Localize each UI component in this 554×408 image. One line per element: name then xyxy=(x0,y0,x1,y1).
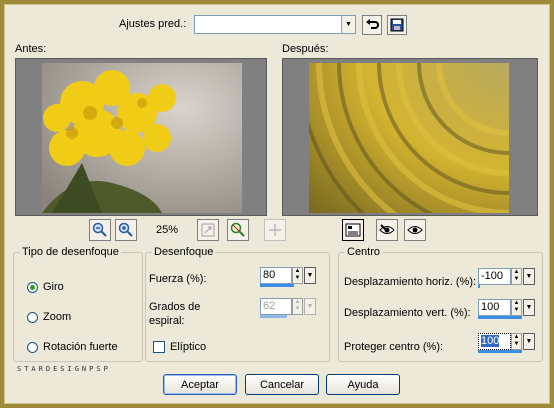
zoom-out-button[interactable] xyxy=(89,219,111,241)
spiral-updown[interactable]: ▲ ▼ xyxy=(292,298,303,315)
strength-dropdown[interactable]: ▼ xyxy=(304,267,316,284)
fit-window-icon xyxy=(201,223,215,237)
protect-center-value: 100 xyxy=(481,335,500,347)
spiral-slider-fill[interactable] xyxy=(260,315,287,318)
before-label: Antes: xyxy=(15,43,47,55)
watermark-text: STARDESIGNPSP xyxy=(17,365,111,373)
mimosa-photo xyxy=(42,63,242,213)
h-offset-label: Desplazamiento horiz. (%): xyxy=(344,276,477,288)
zoom-100-icon xyxy=(230,222,245,237)
elliptical-checkbox[interactable] xyxy=(153,341,165,353)
v-offset-spinner[interactable]: 100 ▲ ▼ ▼ xyxy=(478,299,536,319)
strength-updown[interactable]: ▲ ▼ xyxy=(292,267,303,284)
auto-proof-button[interactable] xyxy=(376,219,398,241)
preview-layout-icon xyxy=(345,223,361,237)
spiral-label: Grados de espiral: xyxy=(149,301,201,327)
v-offset-updown[interactable]: ▲ ▼ xyxy=(511,299,522,316)
h-offset-dropdown[interactable]: ▼ xyxy=(523,268,535,285)
proof-button[interactable] xyxy=(404,219,426,241)
v-offset-input[interactable]: 100 xyxy=(478,299,511,316)
fit-view-button[interactable] xyxy=(197,219,219,241)
eye-icon xyxy=(407,226,423,234)
zoom-level: 25% xyxy=(156,224,179,236)
preset-label: Ajustes pred.: xyxy=(119,18,187,30)
save-preset-button[interactable] xyxy=(387,15,407,35)
center-title: Centro xyxy=(345,246,383,258)
blur-type-radio[interactable] xyxy=(27,312,38,323)
strength-slider-fill[interactable] xyxy=(260,284,294,287)
blur-title: Desenfoque xyxy=(152,246,216,258)
v-offset-label: Desplazamiento vert. (%): xyxy=(344,307,471,319)
blur-type-title: Tipo de desenfoque xyxy=(20,246,121,258)
preset-select[interactable]: ▼ xyxy=(194,15,356,34)
h-offset-slider-fill[interactable] xyxy=(478,285,480,288)
auto-proof-icon xyxy=(379,224,395,234)
after-preview[interactable] xyxy=(282,58,538,216)
blur-type-option-label: Zoom xyxy=(43,311,72,323)
before-preview[interactable] xyxy=(15,58,267,216)
protect-center-slider-fill[interactable] xyxy=(478,350,522,353)
after-label: Después: xyxy=(282,43,329,55)
spiral-dropdown[interactable]: ▼ xyxy=(304,298,316,315)
h-offset-updown[interactable]: ▲ ▼ xyxy=(511,268,522,285)
undo-arrow-icon xyxy=(366,19,379,29)
blurred-photo xyxy=(309,63,509,213)
zoom-actual-button[interactable] xyxy=(227,219,249,241)
spiral-spinner[interactable]: 62 ▲ ▼ ▼ xyxy=(260,298,317,318)
toggle-preview-button[interactable] xyxy=(342,219,364,241)
zoom-in-icon xyxy=(118,222,133,237)
strength-spinner[interactable]: 80 ▲ ▼ ▼ xyxy=(260,267,317,287)
blur-type-radio[interactable] xyxy=(27,282,38,293)
protect-center-updown[interactable]: ▲ ▼ xyxy=(511,333,522,350)
ok-button[interactable]: Aceptar xyxy=(163,374,237,395)
blur-type-radio[interactable] xyxy=(27,342,38,353)
cancel-button[interactable]: Cancelar xyxy=(245,374,319,395)
h-offset-input[interactable]: -100 xyxy=(478,268,511,285)
dialog-window: Ajustes pred.: ▼ Antes: Después: 25% Tip… xyxy=(4,4,550,404)
protect-center-dropdown[interactable]: ▼ xyxy=(523,333,535,350)
protect-center-label: Proteger centro (%): xyxy=(344,341,444,353)
v-offset-slider-fill[interactable] xyxy=(478,316,522,319)
zoom-in-button[interactable] xyxy=(115,219,137,241)
move-icon xyxy=(269,224,281,236)
blur-type-option-label: Rotación fuerte xyxy=(43,341,118,353)
reset-preset-button[interactable] xyxy=(362,15,382,35)
protect-center-spinner[interactable]: 100 ▲ ▼ ▼ xyxy=(478,333,536,353)
blur-type-option-label: Giro xyxy=(43,281,64,293)
chevron-down-icon[interactable]: ▼ xyxy=(341,16,355,33)
elliptical-label: Elíptico xyxy=(170,341,207,353)
v-offset-dropdown[interactable]: ▼ xyxy=(523,299,535,316)
help-button[interactable]: Ayuda xyxy=(326,374,400,395)
zoom-out-icon xyxy=(92,222,107,237)
h-offset-spinner[interactable]: -100 ▲ ▼ ▼ xyxy=(478,268,536,288)
protect-center-input[interactable]: 100 xyxy=(478,333,511,350)
pan-button[interactable] xyxy=(264,219,286,241)
spiral-input[interactable]: 62 xyxy=(260,298,292,315)
strength-input[interactable]: 80 xyxy=(260,267,292,284)
save-icon xyxy=(390,18,404,32)
strength-label: Fuerza (%): xyxy=(149,273,207,285)
